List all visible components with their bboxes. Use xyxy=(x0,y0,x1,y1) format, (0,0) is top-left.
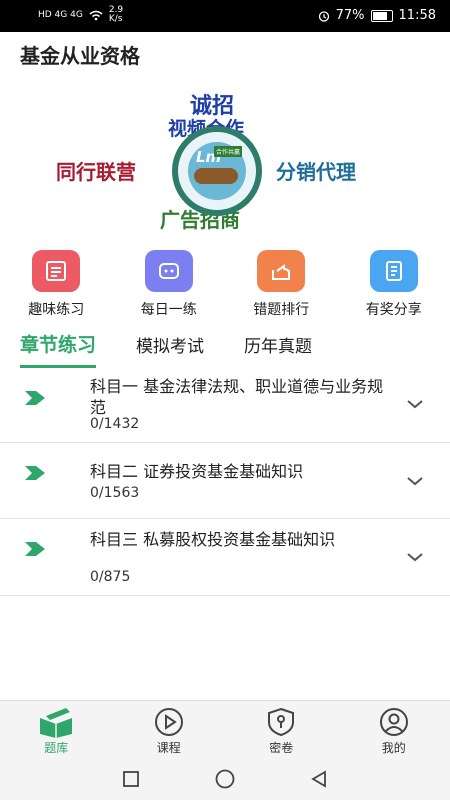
battery-percent: 77% xyxy=(335,8,365,23)
quick-action-daily[interactable]: 每日一练 xyxy=(119,250,219,319)
list-item[interactable]: 科目三 私募股权投资基金基础知识 0/875 xyxy=(0,519,450,596)
status-bar: HD 4G 4G 2.9 K/s 77% 11:58 xyxy=(0,0,450,32)
recent-apps-icon[interactable] xyxy=(122,770,140,788)
subject-title: 科目三 私募股权投资基金基础知识 xyxy=(90,530,336,549)
tab-past-papers[interactable]: 历年真题 xyxy=(244,332,312,368)
robot-icon xyxy=(144,250,193,292)
nav-courses[interactable]: 课程 xyxy=(113,701,226,759)
promo-banner[interactable]: 诚招 视频合作 同行联营 分销代理 广告招商 Lm 合作共赢 xyxy=(50,86,400,236)
nav-secret-papers[interactable]: 密卷 xyxy=(225,701,338,759)
play-circle-icon xyxy=(154,708,183,736)
subject-title: 科目二 证券投资基金基础知识 xyxy=(90,462,304,481)
tab-mock-exam[interactable]: 模拟考试 xyxy=(136,332,204,368)
wifi-icon xyxy=(89,10,103,20)
clock: 11:58 xyxy=(398,8,436,23)
net-speed: 2.9 K/s xyxy=(108,5,124,24)
nav-label: 我的 xyxy=(381,741,406,755)
logo-tag: 合作共赢 xyxy=(214,146,243,157)
nav-label: 题库 xyxy=(44,741,69,755)
chevron-right-icon xyxy=(25,542,45,556)
chevron-right-icon xyxy=(25,391,45,405)
battery-icon xyxy=(370,9,393,22)
list-item[interactable]: 科目二 证券投资基金基础知识 0/1563 xyxy=(0,443,450,519)
quick-action-label: 每日一练 xyxy=(140,302,197,318)
bottom-nav: 题库 课程 密卷 我的 xyxy=(0,700,450,759)
form-icon xyxy=(32,250,81,292)
chevron-down-icon[interactable] xyxy=(406,551,424,563)
subject-progress: 0/1432 xyxy=(90,416,140,432)
quick-action-wrong-ranking[interactable]: 错题排行 xyxy=(231,250,331,319)
book-icon xyxy=(40,708,73,738)
list-item[interactable]: 科目一 基金法律法规、职业道德与业务规范 0/1432 xyxy=(0,368,450,443)
nav-me[interactable]: 我的 xyxy=(338,701,450,759)
quick-action-label: 有奖分享 xyxy=(365,302,422,318)
quick-actions: 趣味练习 每日一练 错题排行 有奖分享 xyxy=(0,250,450,319)
nav-question-bank[interactable]: 题库 xyxy=(0,701,113,759)
system-nav-bar xyxy=(0,758,450,800)
quick-action-label: 错题排行 xyxy=(253,302,310,318)
nav-label: 课程 xyxy=(156,741,181,755)
quick-action-label: 趣味练习 xyxy=(28,302,85,318)
share-box-icon xyxy=(257,250,306,292)
quick-action-share[interactable]: 有奖分享 xyxy=(344,250,444,319)
chevron-down-icon[interactable] xyxy=(406,398,424,410)
partner-logo: Lm 合作共赢 xyxy=(172,126,262,216)
banner-left: 同行联营 xyxy=(56,160,136,184)
subject-title: 科目一 基金法律法规、职业道德与业务规范 xyxy=(90,377,384,417)
notebook-icon xyxy=(369,250,418,292)
back-icon[interactable] xyxy=(310,770,328,788)
quick-action-fun-practice[interactable]: 趣味练习 xyxy=(6,250,106,319)
status-left: HD 4G 4G 2.9 K/s xyxy=(38,6,131,24)
tab-chapter-practice[interactable]: 章节练习 xyxy=(20,330,97,368)
status-right: 77% 11:58 xyxy=(318,8,436,23)
chevron-down-icon[interactable] xyxy=(406,475,424,487)
subject-progress: 0/1563 xyxy=(90,485,140,501)
tab-bar: 章节练习 模拟考试 历年真题 xyxy=(20,330,312,368)
handshake-icon xyxy=(194,168,238,184)
subject-list: 科目一 基金法律法规、职业道德与业务规范 0/1432 科目二 证券投资基金基础… xyxy=(0,368,450,596)
page-title: 基金从业资格 xyxy=(20,44,140,68)
chevron-right-icon xyxy=(25,466,45,480)
subject-progress: 0/875 xyxy=(90,569,131,585)
home-icon[interactable] xyxy=(214,768,236,790)
shield-key-icon xyxy=(268,707,295,737)
alarm-icon xyxy=(318,10,329,22)
banner-right: 分销代理 xyxy=(276,160,356,184)
nav-label: 密卷 xyxy=(269,741,294,755)
user-circle-icon xyxy=(379,708,408,736)
network-indicator: HD 4G 4G xyxy=(38,10,83,20)
